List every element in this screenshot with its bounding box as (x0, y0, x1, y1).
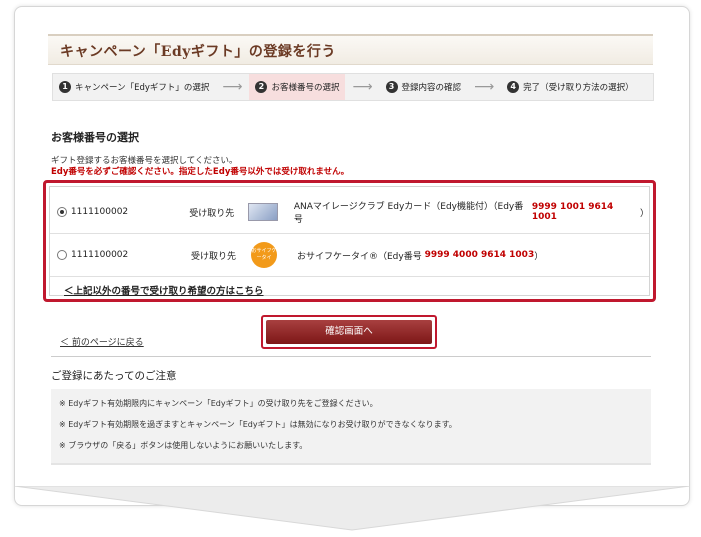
step-4-label: 完了（受け取り方法の選択） (523, 83, 634, 93)
notes-heading: ご登録にあたってのご注意 (51, 370, 177, 382)
recipient-label: 受け取り先 (191, 251, 237, 262)
account-selection-box: 1111100002 受け取り先 ANAマイレージクラブ Edyカード（Edy機… (43, 180, 656, 302)
main-content: キャンペーン「Edyギフト」の登録を行う 1 キャンペーン「Edyギフト」の選択… (43, 34, 656, 465)
step-3-number: 3 (385, 81, 398, 93)
step-arrow-icon: ⟶ (474, 79, 495, 95)
step-2-current: 2 お客様番号の選択 (249, 74, 346, 100)
step-1: 1 キャンペーン「Edyギフト」の選択 (53, 74, 215, 100)
step-2-number: 2 (255, 81, 268, 93)
recipient-name: ANAマイレージクラブ Edyカード（Edy機能付）（Edy番号 (293, 202, 524, 225)
recipient-name: おサイフケータイ®（Edy番号 (297, 251, 422, 262)
note-item: ※ Edyギフト有効期限を過ぎますとキャンペーン「Edyギフト」は無効になりお受… (59, 420, 457, 429)
edy-number: 9999 4000 9614 1003 (424, 250, 535, 260)
page-title: キャンペーン「Edyギフト」の登録を行う (60, 44, 336, 60)
account-option-row[interactable]: 1111100002 受け取り先 おサイフケータイ おサイフケータイ®（Edy番… (50, 234, 649, 277)
recipient-label: 受け取り先 (189, 208, 235, 219)
step-2-label: お客様番号の選択 (271, 83, 340, 93)
card-icon-wrap (248, 203, 293, 221)
recipient-suffix: ） (534, 251, 544, 262)
step-arrow-icon: ⟶ (352, 79, 373, 95)
account-number: 1111100002 (71, 250, 129, 260)
page-title-bar: キャンペーン「Edyギフト」の登録を行う (48, 34, 653, 65)
note-item: ※ ブラウザの「戻る」ボタンは使用しないようにお願いいたします。 (59, 441, 308, 450)
account-number: 1111100002 (70, 207, 129, 217)
confirm-button[interactable]: 確認画面へ (266, 320, 432, 344)
radio-selected-icon[interactable] (57, 207, 67, 217)
panel-bottom-chevron (14, 486, 690, 531)
step-1-number: 1 (59, 81, 71, 93)
account-option-row[interactable]: 1111100002 受け取り先 ANAマイレージクラブ Edyカード（Edy機… (50, 191, 649, 234)
progress-steps: 1 キャンペーン「Edyギフト」の選択 ⟶ 2 お客様番号の選択 ⟶ 3 登録内… (52, 73, 654, 101)
step-4-number: 4 (507, 81, 520, 93)
section-heading: お客様番号の選択 (51, 131, 139, 144)
step-3: 3 登録内容の確認 (380, 74, 468, 100)
osaifu-keitai-icon: おサイフケータイ (251, 242, 277, 268)
divider (51, 356, 651, 357)
confirm-button-frame: 確認画面へ (261, 315, 437, 349)
notes-box: ※ Edyギフト有効期限内にキャンペーン「Edyギフト」の受け取り先をご登録くだ… (51, 389, 651, 465)
step-3-label: 登録内容の確認 (401, 83, 462, 93)
card-icon (248, 203, 279, 221)
other-number-link[interactable]: ＜上記以外の番号で受け取り希望の方はこちら (64, 283, 264, 297)
note-item: ※ Edyギフト有効期限内にキャンペーン「Edyギフト」の受け取り先をご登録くだ… (59, 399, 378, 408)
step-1-label: キャンペーン「Edyギフト」の選択 (75, 83, 210, 93)
back-link[interactable]: ＜ 前のページに戻る (60, 335, 144, 348)
account-options: 1111100002 受け取り先 ANAマイレージクラブ Edyカード（Edy機… (49, 186, 650, 297)
section-warning: Edy番号を必ずご確認ください。指定したEdy番号以外では受け取れません。 (51, 167, 350, 177)
step-4: 4 完了（受け取り方法の選択） (501, 74, 640, 100)
recipient-suffix: ） (640, 208, 650, 219)
step-arrow-icon: ⟶ (222, 79, 243, 95)
edy-number: 9999 1001 9614 1001 (531, 202, 614, 222)
radio-unselected-icon[interactable] (57, 250, 67, 260)
phone-icon-wrap: おサイフケータイ (251, 242, 297, 268)
